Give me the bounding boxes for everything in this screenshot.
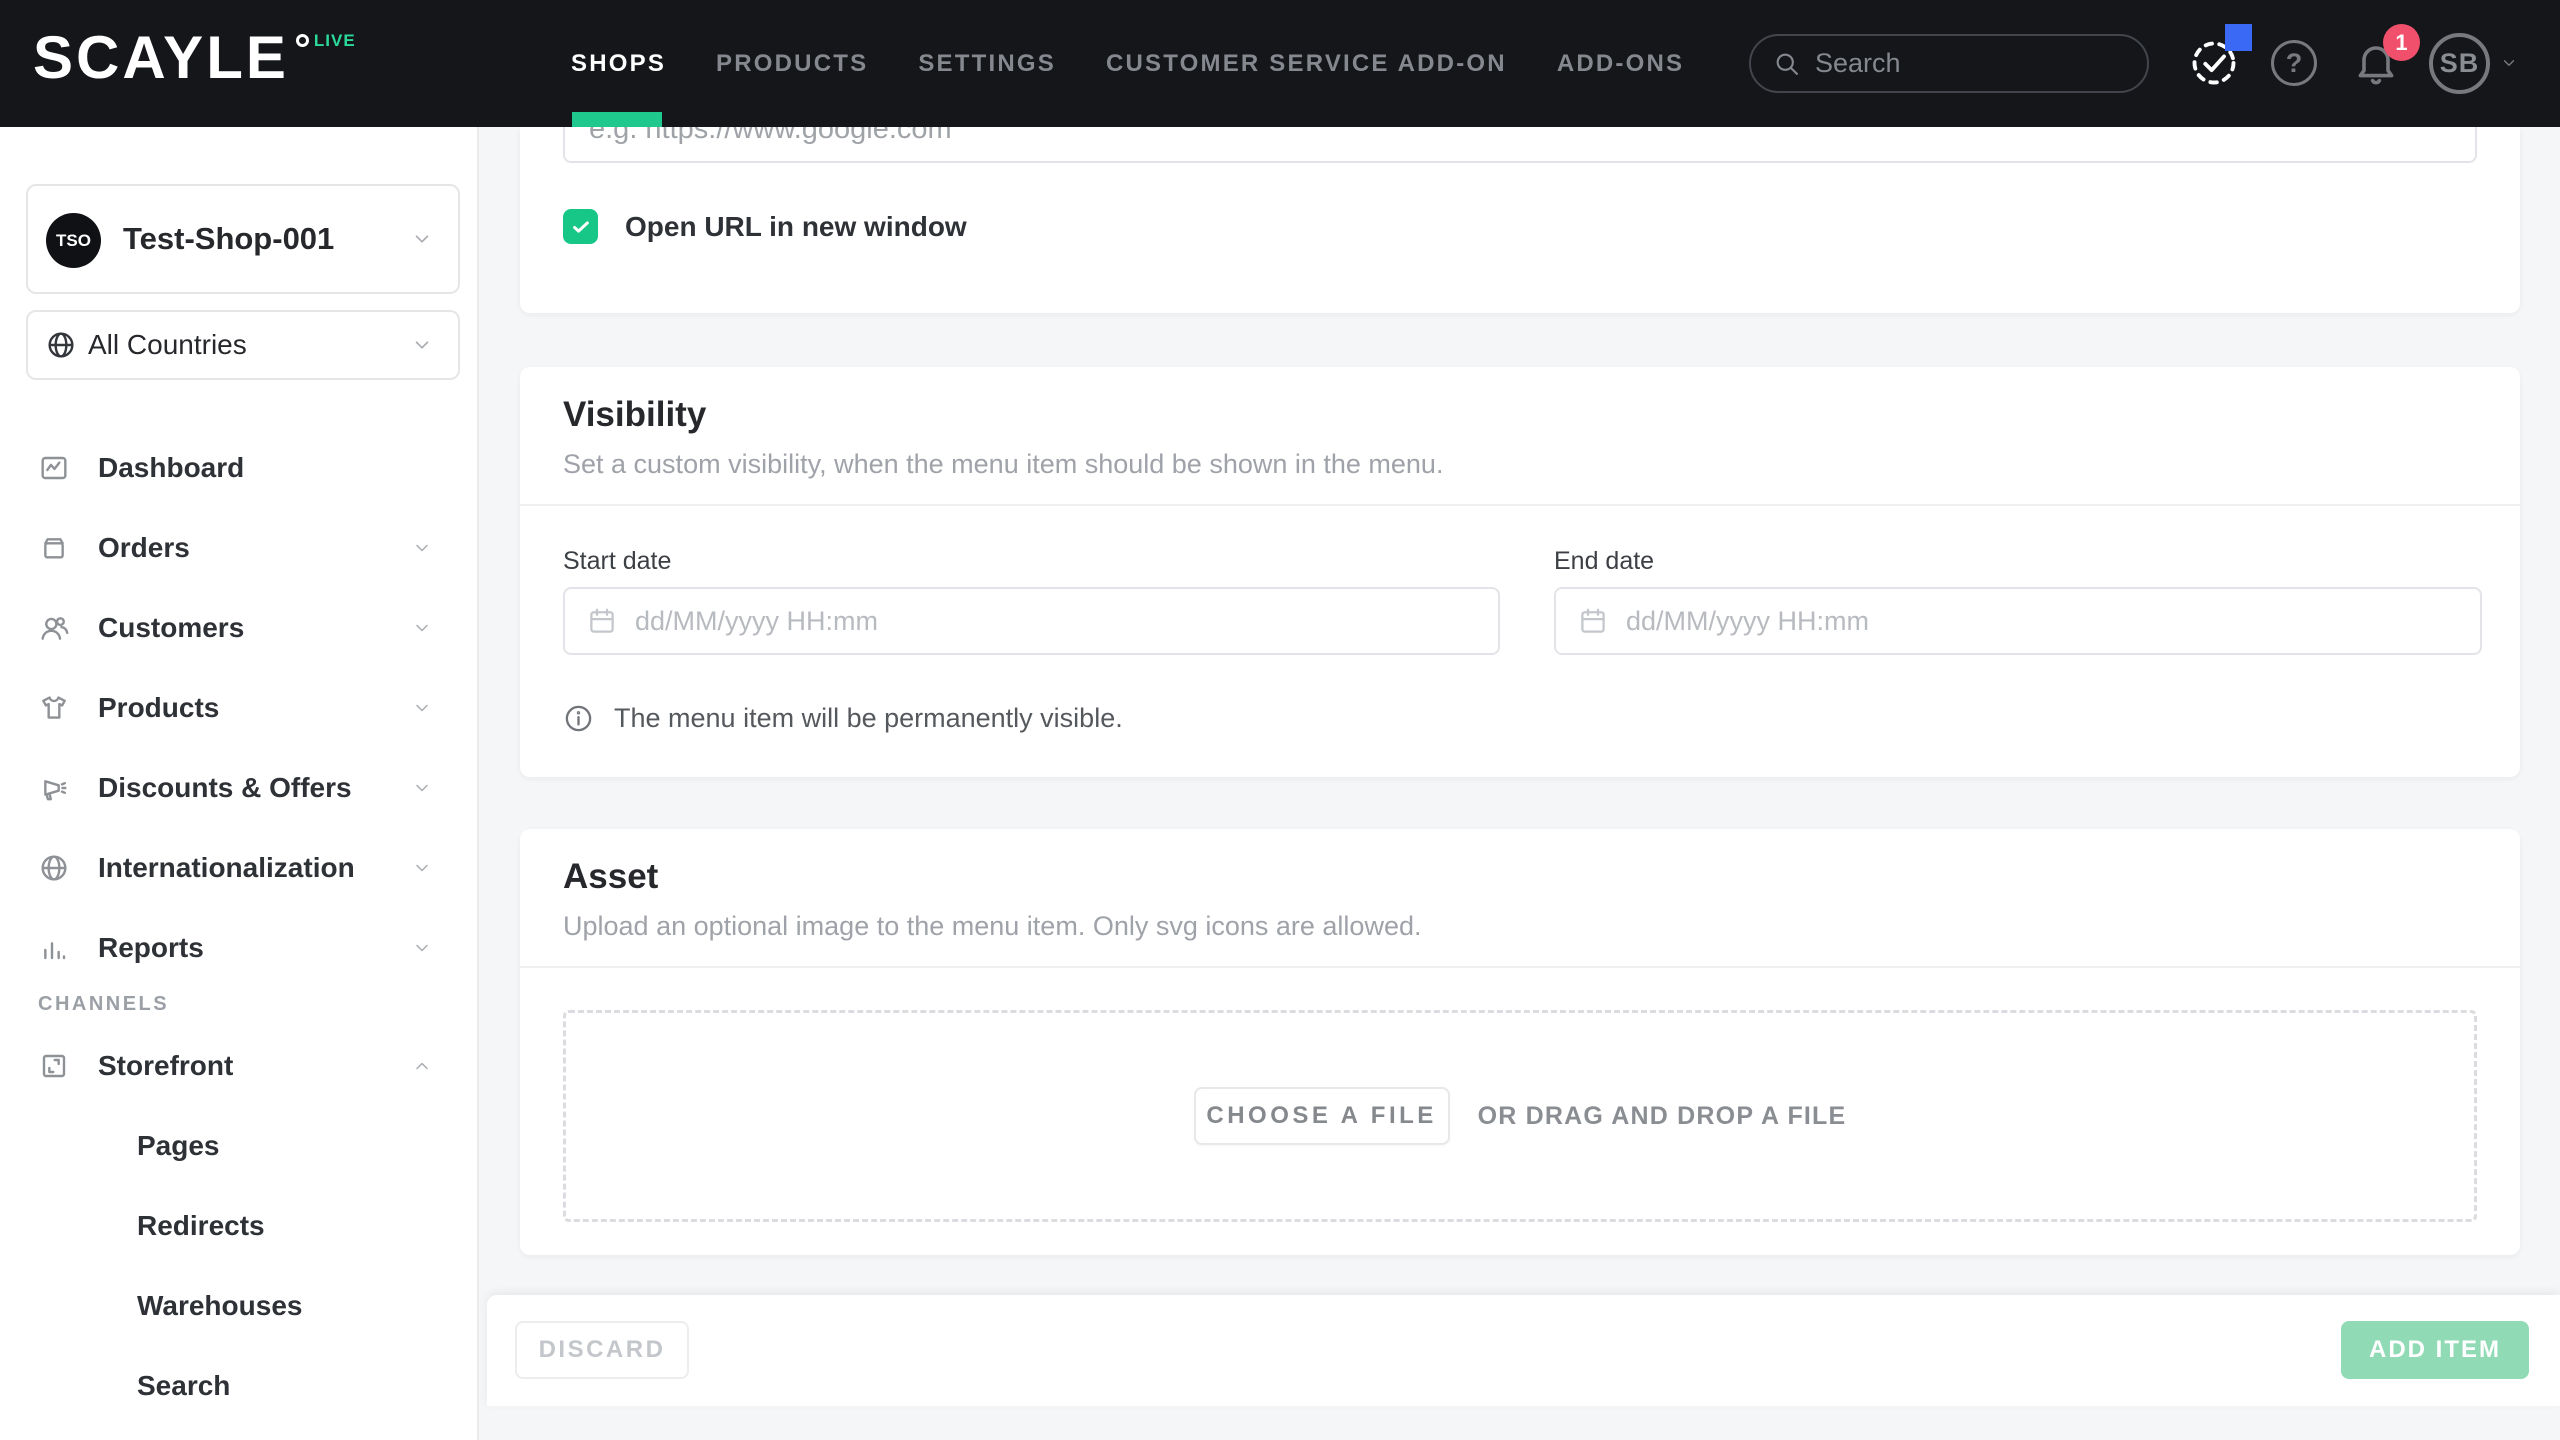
open-url-checkbox-row[interactable]: Open URL in new window bbox=[563, 209, 967, 244]
sidebar-item-warehouses[interactable]: Warehouses bbox=[0, 1266, 477, 1346]
search-input[interactable] bbox=[1815, 48, 2169, 79]
url-card: Open URL in new window bbox=[520, 127, 2520, 313]
globe-icon bbox=[45, 329, 77, 361]
asset-subtitle: Upload an optional image to the menu ite… bbox=[563, 911, 1421, 942]
sidebar: TSO Test-Shop-001 All Countries Dashboar… bbox=[0, 127, 479, 1440]
visibility-info-text: The menu item will be permanently visibl… bbox=[614, 703, 1123, 734]
task-status-icon[interactable] bbox=[2188, 37, 2240, 89]
sidebar-item-internationalization[interactable]: Internationalization bbox=[0, 828, 477, 908]
chevron-down-icon bbox=[409, 938, 435, 958]
shop-selector[interactable]: TSO Test-Shop-001 bbox=[26, 184, 460, 294]
tab-products[interactable]: PRODUCTS bbox=[716, 50, 868, 78]
logo-text: SCAYLE bbox=[33, 30, 289, 86]
start-date-input[interactable] bbox=[635, 606, 1476, 637]
sidebar-item-storefront[interactable]: Storefront bbox=[0, 1026, 477, 1106]
add-item-button[interactable]: ADD ITEM bbox=[2341, 1321, 2529, 1379]
chevron-down-icon bbox=[409, 858, 435, 878]
main-nav: SHOPS PRODUCTS SETTINGS CUSTOMER SERVICE… bbox=[571, 0, 1684, 127]
shop-name: Test-Shop-001 bbox=[123, 221, 334, 257]
chevron-up-icon bbox=[409, 1056, 435, 1076]
active-tab-indicator bbox=[572, 112, 662, 127]
sidebar-item-dashboard[interactable]: Dashboard bbox=[0, 428, 477, 508]
sidebar-menu: Dashboard Orders Customers bbox=[0, 428, 477, 988]
sidebar-item-pages[interactable]: Pages bbox=[0, 1106, 477, 1186]
global-search[interactable] bbox=[1749, 34, 2149, 93]
divider bbox=[520, 504, 2520, 506]
discounts-megaphone-icon bbox=[38, 772, 70, 804]
discard-button[interactable]: DISCARD bbox=[515, 1321, 689, 1379]
chevron-down-icon bbox=[409, 698, 435, 718]
user-avatar[interactable]: SB bbox=[2429, 33, 2490, 94]
notifications-bell-icon[interactable]: 1 bbox=[2352, 39, 2400, 89]
sidebar-item-redirects[interactable]: Redirects bbox=[0, 1186, 477, 1266]
file-dropzone[interactable]: CHOOSE A FILE OR DRAG AND DROP A FILE bbox=[563, 1010, 2477, 1222]
tab-add-ons[interactable]: ADD-ONS bbox=[1557, 50, 1684, 78]
notification-count-badge: 1 bbox=[2383, 24, 2420, 61]
choose-file-button[interactable]: CHOOSE A FILE bbox=[1194, 1087, 1450, 1145]
calendar-icon bbox=[587, 606, 617, 636]
sidebar-item-discounts-offers[interactable]: Discounts & Offers bbox=[0, 748, 477, 828]
orders-icon bbox=[38, 532, 70, 564]
scayle-logo: SCAYLE LIVE bbox=[33, 30, 356, 86]
help-icon[interactable]: ? bbox=[2271, 40, 2317, 86]
end-date-input[interactable] bbox=[1626, 606, 2458, 637]
dashboard-icon bbox=[38, 452, 70, 484]
drag-drop-hint: OR DRAG AND DROP A FILE bbox=[1478, 1102, 1847, 1131]
channel-group: Storefront bbox=[0, 1026, 477, 1106]
asset-title: Asset bbox=[563, 857, 658, 897]
sidebar-item-search[interactable]: Search bbox=[0, 1346, 477, 1426]
visibility-info-row: The menu item will be permanently visibl… bbox=[563, 703, 1123, 734]
end-date-field[interactable] bbox=[1554, 587, 2482, 655]
visibility-subtitle: Set a custom visibility, when the menu i… bbox=[563, 449, 1443, 480]
footer-action-bar: DISCARD ADD ITEM bbox=[487, 1295, 2560, 1406]
visibility-title: Visibility bbox=[563, 395, 706, 435]
chevron-down-icon bbox=[408, 228, 436, 250]
divider bbox=[520, 966, 2520, 968]
task-badge bbox=[2225, 24, 2252, 51]
start-date-field[interactable] bbox=[563, 587, 1500, 655]
storefront-subitems: Pages Redirects Warehouses Search bbox=[0, 1106, 477, 1426]
sidebar-item-reports[interactable]: Reports bbox=[0, 908, 477, 988]
tab-shops[interactable]: SHOPS bbox=[571, 50, 666, 78]
search-icon bbox=[1773, 50, 1801, 78]
url-input[interactable] bbox=[563, 127, 2477, 163]
country-selector[interactable]: All Countries bbox=[26, 310, 460, 380]
tab-settings[interactable]: SETTINGS bbox=[918, 50, 1056, 78]
tab-customer-service-add-on[interactable]: CUSTOMER SERVICE ADD-ON bbox=[1106, 50, 1507, 78]
user-menu-chevron-down-icon[interactable] bbox=[2498, 54, 2520, 72]
info-icon bbox=[563, 703, 594, 734]
country-name: All Countries bbox=[88, 329, 247, 361]
visibility-card: Visibility Set a custom visibility, when… bbox=[520, 367, 2520, 777]
calendar-icon bbox=[1578, 606, 1608, 636]
end-date-label: End date bbox=[1554, 547, 1654, 576]
chevron-down-icon bbox=[409, 538, 435, 558]
chevron-down-icon bbox=[409, 618, 435, 638]
chevron-down-icon bbox=[408, 334, 436, 356]
top-header: SCAYLE LIVE SHOPS PRODUCTS SETTINGS CUST… bbox=[0, 0, 2560, 127]
checkbox-checked-icon[interactable] bbox=[563, 209, 598, 244]
logo-circle-icon bbox=[296, 34, 309, 47]
checkbox-label: Open URL in new window bbox=[625, 211, 967, 243]
shop-avatar: TSO bbox=[46, 213, 101, 268]
reports-bar-chart-icon bbox=[38, 932, 70, 964]
sidebar-item-customers[interactable]: Customers bbox=[0, 588, 477, 668]
products-icon bbox=[38, 692, 70, 724]
asset-card: Asset Upload an optional image to the me… bbox=[520, 829, 2520, 1255]
internationalization-globe-icon bbox=[38, 852, 70, 884]
chevron-down-icon bbox=[409, 778, 435, 798]
storefront-icon bbox=[38, 1050, 70, 1082]
sidebar-item-products[interactable]: Products bbox=[0, 668, 477, 748]
live-badge: LIVE bbox=[314, 31, 356, 51]
customers-icon bbox=[38, 612, 70, 644]
channels-section-label: CHANNELS bbox=[38, 989, 169, 1019]
start-date-label: Start date bbox=[563, 547, 671, 576]
sidebar-item-orders[interactable]: Orders bbox=[0, 508, 477, 588]
